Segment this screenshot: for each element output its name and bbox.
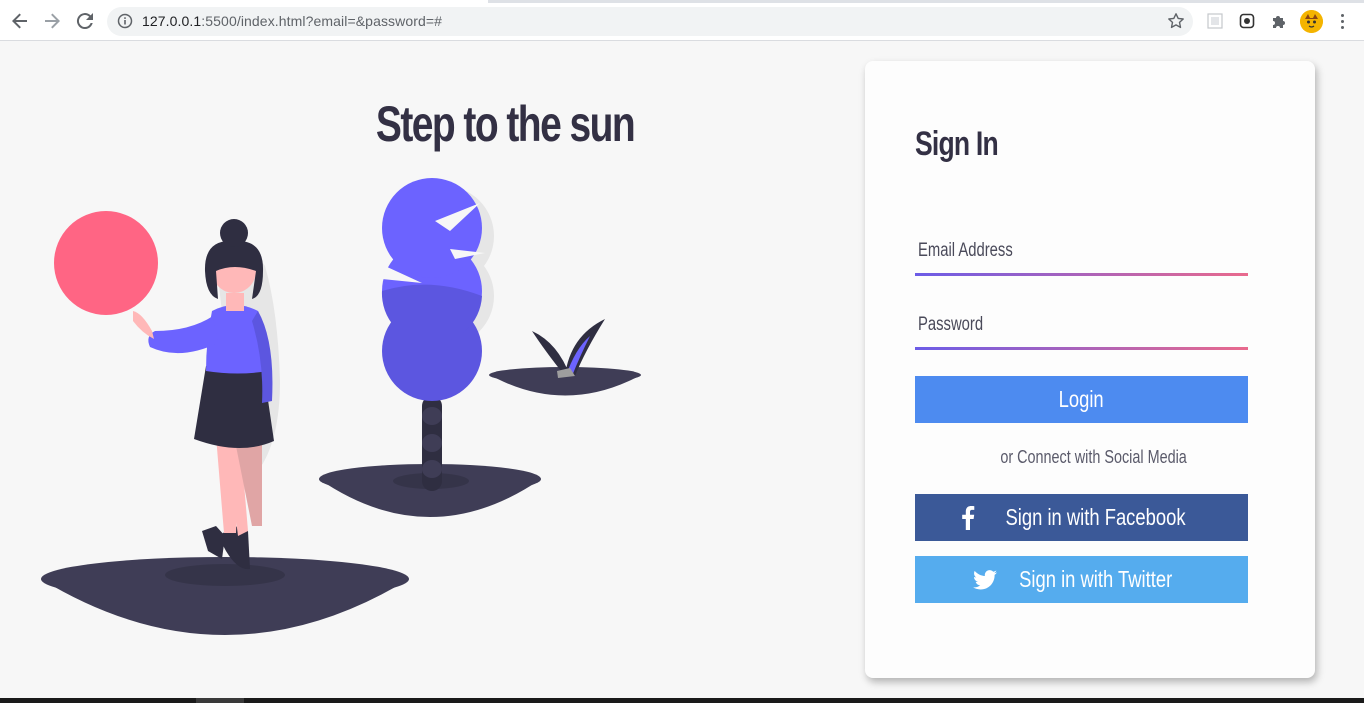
tab-strip xyxy=(0,0,1364,3)
signin-card: Sign In Email Address Password Login or … xyxy=(865,61,1315,678)
login-button-label: Login xyxy=(1058,386,1105,412)
menu-kebab-icon[interactable] xyxy=(1334,12,1350,30)
email-placeholder: Email Address xyxy=(918,240,1013,261)
login-button[interactable]: Login xyxy=(915,376,1248,423)
social-divider-text: or Connect with Social Media xyxy=(915,447,1248,468)
page-content: Step to the sun Sign In Email Address Pa… xyxy=(0,41,1364,698)
password-placeholder: Password xyxy=(918,314,984,335)
taskbar-edge xyxy=(0,698,1364,703)
woman-boot-left xyxy=(202,526,225,559)
facebook-icon xyxy=(955,505,981,530)
facebook-button-label: Sign in with Facebook xyxy=(1005,504,1186,530)
email-field[interactable]: Email Address xyxy=(915,234,1248,276)
pink-sun xyxy=(54,211,158,315)
twitter-button-label: Sign in with Twitter xyxy=(1018,566,1173,592)
url-host: 127.0.0.1 xyxy=(142,13,202,29)
signin-title: Sign In xyxy=(915,125,999,163)
info-icon[interactable] xyxy=(117,13,133,33)
woman-hair-bun xyxy=(220,219,248,247)
email-underline xyxy=(915,273,1248,276)
back-arrow-icon[interactable] xyxy=(9,10,31,32)
browser-toolbar: 127.0.0.1:5500/index.html?email=&passwor… xyxy=(0,0,1364,41)
url-text: 127.0.0.1:5500/index.html?email=&passwor… xyxy=(142,13,442,29)
hero-illustration xyxy=(41,178,641,635)
password-underline xyxy=(915,347,1248,350)
puzzle-icon[interactable] xyxy=(1268,11,1288,31)
twitter-signin-button[interactable]: Sign in with Twitter xyxy=(915,556,1248,603)
twitter-icon xyxy=(972,569,998,590)
reload-icon[interactable] xyxy=(74,10,96,32)
url-path: :5500/index.html?email=&password=# xyxy=(201,13,443,29)
address-bar[interactable]: 127.0.0.1:5500/index.html?email=&passwor… xyxy=(107,7,1193,36)
tree-canopy-top xyxy=(382,178,482,278)
hero-title: Step to the sun xyxy=(375,96,636,152)
bookmark-star-icon[interactable] xyxy=(1167,12,1185,34)
extension-icon[interactable] xyxy=(1205,11,1225,31)
facebook-signin-button[interactable]: Sign in with Facebook xyxy=(915,494,1248,541)
forward-arrow-icon[interactable] xyxy=(41,10,63,32)
profile-avatar[interactable] xyxy=(1300,10,1323,33)
social-text: or Connect with Social Media xyxy=(1000,447,1187,467)
platform-large-base xyxy=(41,579,409,635)
record-extension-icon[interactable] xyxy=(1237,11,1257,31)
active-tab[interactable] xyxy=(0,0,488,3)
password-field[interactable]: Password xyxy=(915,308,1248,350)
